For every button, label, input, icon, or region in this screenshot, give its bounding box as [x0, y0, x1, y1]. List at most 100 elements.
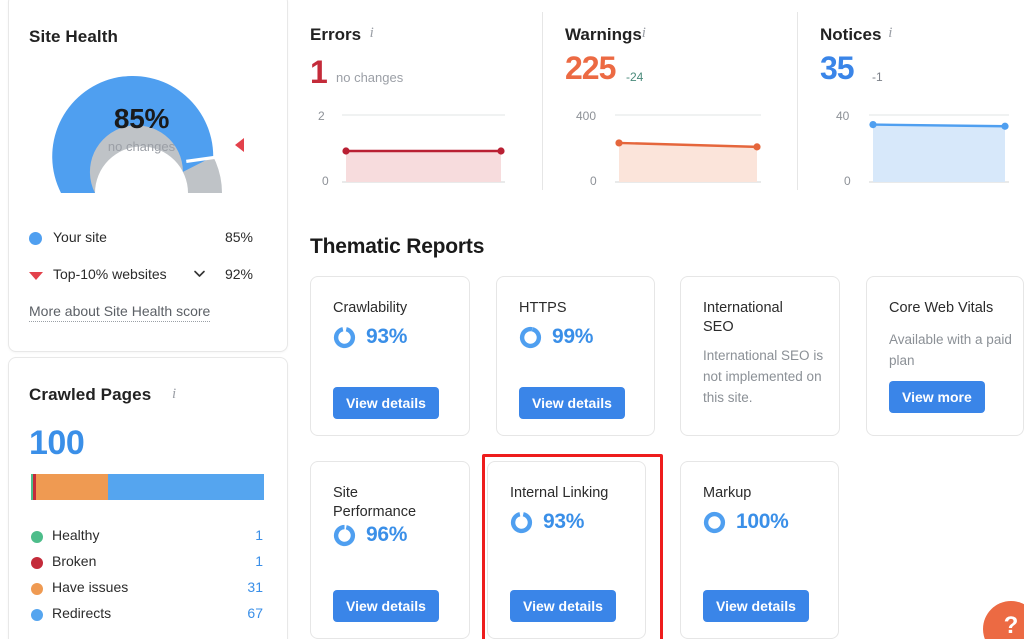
legend-dot-icon	[31, 557, 43, 569]
thematic-card-https[interactable]: HTTPS 99% View details	[496, 276, 655, 436]
sparkline-point	[753, 143, 761, 151]
thematic-card-description: International SEO is not implemented on …	[703, 348, 824, 405]
view-details-button[interactable]: View more	[889, 381, 985, 413]
help-button[interactable]: ?	[983, 601, 1024, 639]
benchmark-marker-icon	[235, 138, 244, 152]
progress-ring-icon	[703, 511, 726, 534]
info-icon[interactable]: i	[370, 25, 374, 42]
thematic-card-title: Core Web Vitals	[889, 300, 994, 316]
thematic-card-title: Site Performance	[333, 485, 417, 520]
stat-delta: -24	[626, 70, 644, 84]
sparkline-point	[342, 147, 350, 155]
thematic-card-markup[interactable]: Markup 100% View details	[680, 461, 839, 639]
view-details-button[interactable]: View details	[519, 387, 625, 419]
sparkline-point	[869, 121, 877, 129]
thematic-card-title: Markup	[703, 485, 752, 501]
legend-row-your-site: Your site 85%	[29, 228, 253, 250]
legend-label: Top-10% websites	[53, 266, 167, 282]
crawled-pages-title: Crawled Pages	[29, 385, 152, 404]
legend-dot-icon	[31, 531, 43, 543]
stat-delta: -1	[872, 70, 883, 84]
thematic-card-score: 100%	[736, 510, 789, 533]
axis-min-label: 0	[322, 174, 329, 188]
thematic-card-site-performance[interactable]: Site Performance 96% View details	[310, 461, 470, 639]
axis-max-label: 40	[836, 109, 850, 123]
sparkline-line	[872, 123, 1006, 128]
legend-value: 67	[247, 605, 263, 621]
legend-row-top10[interactable]: Top-10% websites 92%	[29, 265, 253, 287]
sparkline-area	[873, 124, 1005, 182]
crawled-pages-total: 100	[29, 424, 85, 462]
axis-min-label: 0	[590, 174, 597, 188]
legend-label: Redirects	[52, 605, 112, 621]
stat-card-warnings: Warnings i 225 -24 400 0	[565, 0, 795, 200]
thematic-card-score: 93%	[543, 510, 585, 533]
sparkline-area	[619, 142, 757, 182]
thematic-card-description: Available with a paid plan	[889, 332, 1012, 368]
stat-value: 1	[310, 54, 328, 90]
progress-ring-icon	[519, 326, 542, 349]
thematic-card-score: 93%	[366, 325, 408, 348]
bar-segment-have-issues	[35, 474, 108, 500]
thematic-card-title: HTTPS	[519, 300, 567, 316]
legend-label: Your site	[53, 229, 107, 245]
thematic-card-title: Internal Linking	[510, 485, 609, 501]
thematic-card-core-web-vitals[interactable]: Core Web Vitals Available with a paid pla…	[866, 276, 1024, 436]
legend-value: 1	[255, 553, 263, 569]
crawled-legend-row[interactable]: Redirects 67	[31, 605, 263, 628]
sparkline-area	[346, 151, 501, 182]
legend-label: Broken	[52, 553, 97, 569]
axis-max-label: 400	[576, 109, 597, 123]
progress-ring-icon	[333, 326, 356, 349]
view-details-button[interactable]: View details	[333, 590, 439, 622]
view-details-button[interactable]: View details	[703, 590, 809, 622]
sparkline-chart	[342, 114, 505, 183]
stat-value: 225	[565, 50, 616, 86]
progress-ring-icon	[333, 524, 356, 547]
chevron-down-icon[interactable]	[193, 267, 206, 283]
crawled-legend-row[interactable]: Have issues 31	[31, 579, 263, 602]
view-details-button[interactable]: View details	[510, 590, 616, 622]
thematic-card-international-seo[interactable]: International SEO International SEO is not…	[680, 276, 840, 436]
stat-card-notices: Notices i 35 -1 40 0	[820, 0, 1024, 200]
legend-value: 85%	[224, 229, 253, 245]
legend-value: 92%	[224, 266, 253, 282]
thematic-reports-heading: Thematic Reports	[310, 235, 485, 258]
stat-value: 35	[820, 50, 855, 86]
stat-divider	[797, 12, 798, 190]
thematic-card-crawlability[interactable]: Crawlability 93% View details	[310, 276, 470, 436]
thematic-card-internal-linking[interactable]: Internal Linking 93% View details	[487, 461, 646, 639]
thematic-card-score: 96%	[366, 523, 408, 546]
crawled-legend-row[interactable]: Healthy 1	[31, 527, 263, 550]
legend-triangle-icon	[29, 272, 43, 280]
legend-label: Have issues	[52, 579, 129, 595]
legend-dot-icon	[29, 232, 42, 245]
bar-segment-redirects	[107, 474, 264, 500]
legend-value: 31	[247, 579, 263, 595]
legend-dot-icon	[31, 583, 43, 595]
more-about-site-health-link[interactable]: More about Site Health score	[29, 303, 211, 322]
stat-title: Notices	[820, 25, 882, 44]
gauge-sub-label: no changes	[107, 139, 176, 154]
site-health-gauge: 85% no changes	[34, 65, 249, 193]
legend-value: 1	[255, 527, 263, 543]
info-icon[interactable]: i	[642, 25, 646, 42]
stat-title: Warnings	[565, 25, 642, 44]
info-icon[interactable]: i	[888, 25, 892, 42]
view-details-button[interactable]: View details	[333, 387, 439, 419]
crawled-legend-row[interactable]: Broken 1	[31, 553, 263, 576]
stat-divider	[542, 12, 543, 190]
gauge-value-label: 85%	[113, 103, 170, 134]
sparkline-point	[615, 139, 623, 147]
site-health-title: Site Health	[29, 27, 118, 46]
sparkline-point	[497, 147, 505, 155]
thematic-card-title: International SEO	[703, 300, 783, 335]
axis-min-label: 0	[844, 174, 851, 188]
legend-label: Healthy	[52, 527, 100, 543]
info-icon[interactable]: i	[172, 386, 176, 403]
progress-ring-icon	[510, 511, 533, 534]
sparkline-chart	[869, 114, 1009, 183]
thematic-card-title: Crawlability	[333, 300, 408, 316]
legend-dot-icon	[31, 609, 43, 621]
crawled-pages-stacked-bar	[31, 474, 264, 500]
